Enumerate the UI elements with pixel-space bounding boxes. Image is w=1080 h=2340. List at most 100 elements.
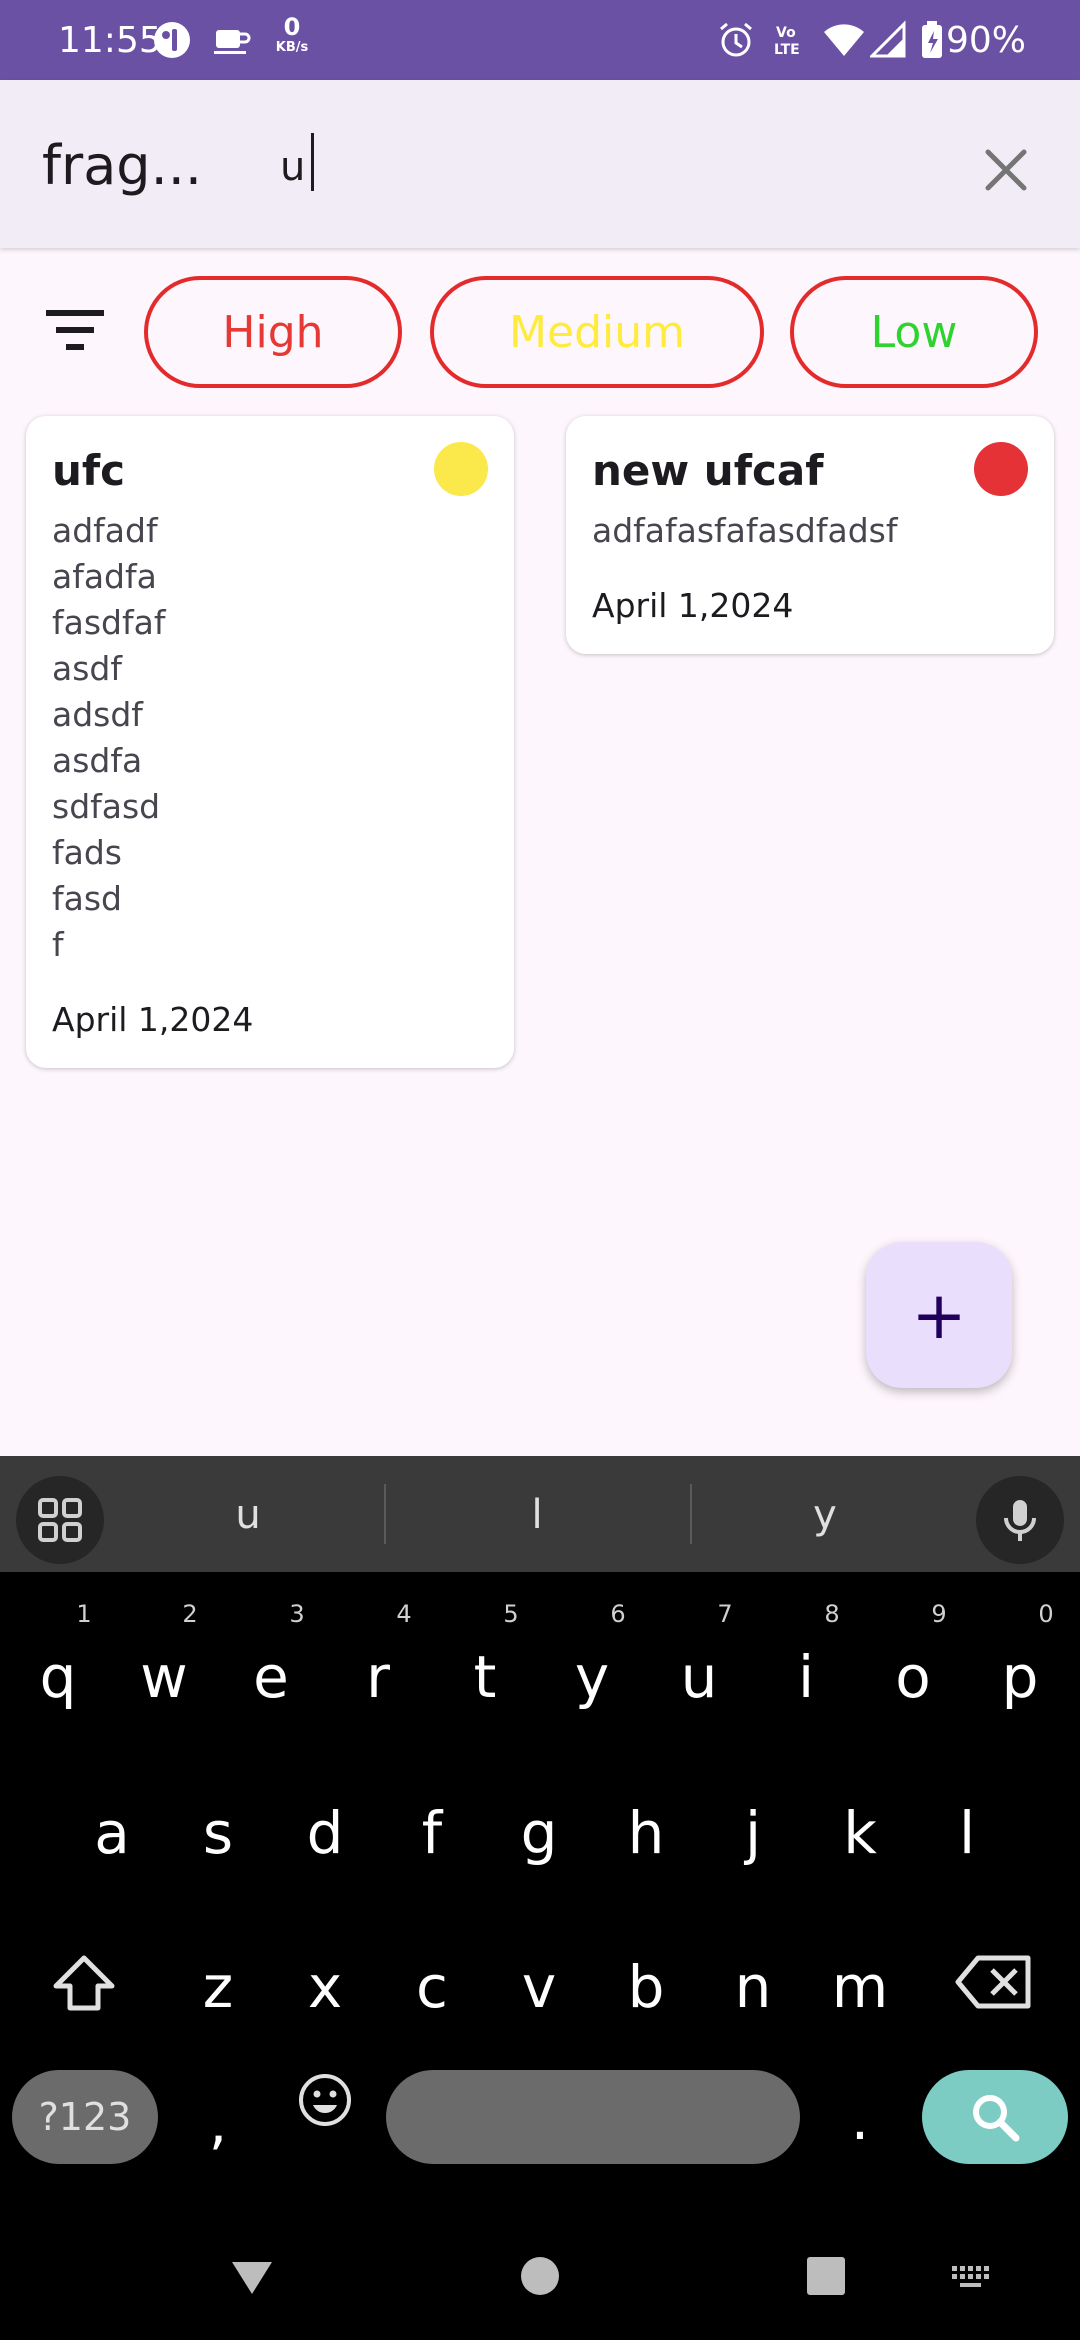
suggestion-3[interactable]: y xyxy=(750,1492,900,1538)
key-q[interactable]: 1q xyxy=(10,1600,106,1740)
key-label: . xyxy=(850,2085,870,2153)
battery-charging-icon xyxy=(922,21,942,58)
backspace-key[interactable] xyxy=(946,1906,1042,2046)
app-title: frag... xyxy=(42,134,203,197)
key-z[interactable]: z xyxy=(170,1910,266,2050)
wifi-icon xyxy=(824,24,864,56)
key-label: j xyxy=(744,1799,762,1867)
key-s[interactable]: s xyxy=(170,1756,266,1896)
key-label: g xyxy=(520,1799,558,1867)
suggestion-divider xyxy=(690,1484,692,1544)
period-key[interactable]: . xyxy=(812,2042,908,2182)
note-date: April 1,2024 xyxy=(592,586,794,625)
suggestion-2[interactable]: l xyxy=(462,1492,612,1538)
key-label: x xyxy=(307,1953,343,2021)
key-e[interactable]: 3e xyxy=(223,1600,319,1740)
filter-list-icon[interactable] xyxy=(40,296,120,366)
key-label: h xyxy=(627,1799,665,1867)
net-speed: 0 KB/s xyxy=(270,14,314,55)
key-r[interactable]: 4r xyxy=(330,1600,426,1740)
note-card[interactable]: ufc adfadf afadfa fasdfaf asdf adsdf asd… xyxy=(26,416,514,1068)
key-c[interactable]: c xyxy=(384,1910,480,2050)
key-h[interactable]: h xyxy=(598,1756,694,1896)
key-w[interactable]: 2w xyxy=(116,1600,212,1740)
search-input[interactable] xyxy=(280,134,920,200)
recents-square-icon[interactable] xyxy=(806,2256,846,2296)
space-key[interactable] xyxy=(386,2070,800,2164)
key-t[interactable]: 5t xyxy=(437,1600,533,1740)
note-card[interactable]: new ufcaf adfafasfafasdfadsf April 1,202… xyxy=(566,416,1054,654)
key-label: k xyxy=(843,1799,877,1867)
filter-chip-medium[interactable]: Medium xyxy=(430,276,764,388)
comma-key[interactable]: , xyxy=(170,2046,266,2186)
key-g[interactable]: g xyxy=(491,1756,587,1896)
note-body: adfafasfafasdfadsf xyxy=(592,511,898,550)
microphone-icon[interactable] xyxy=(976,1476,1064,1564)
shift-key[interactable] xyxy=(36,1906,132,2046)
battery-percent: 90% xyxy=(946,20,1027,61)
key-label: u xyxy=(680,1643,718,1711)
key-label: , xyxy=(208,2089,228,2157)
key-label: t xyxy=(473,1643,497,1711)
status-bar: 11:55 0 KB/s Vo LTE 90% xyxy=(0,0,1080,80)
status-time: 11:55 xyxy=(58,20,162,61)
key-v[interactable]: v xyxy=(491,1910,587,2050)
search-action-key[interactable] xyxy=(922,2070,1068,2164)
back-triangle-icon[interactable] xyxy=(228,2258,276,2298)
suggestion-divider xyxy=(384,1484,386,1544)
search-app-bar: frag... xyxy=(0,80,1080,248)
key-label: i xyxy=(797,1643,815,1711)
key-label: p xyxy=(1001,1643,1039,1711)
key-y[interactable]: 6y xyxy=(544,1600,640,1740)
key-x[interactable]: x xyxy=(277,1910,373,2050)
key-label: w xyxy=(140,1643,188,1711)
filter-chip-low[interactable]: Low xyxy=(790,276,1038,388)
key-label: r xyxy=(366,1643,390,1711)
close-icon[interactable] xyxy=(966,130,1046,210)
key-label: l xyxy=(958,1799,976,1867)
symbols-key[interactable]: ?123 xyxy=(12,2070,158,2164)
key-label: c xyxy=(416,1953,448,2021)
apps-grid-icon[interactable] xyxy=(16,1476,104,1564)
net-speed-unit: KB/s xyxy=(275,40,309,55)
suggestion-1[interactable]: u xyxy=(173,1492,323,1538)
key-n[interactable]: n xyxy=(705,1910,801,2050)
key-label: q xyxy=(39,1643,77,1711)
filter-chip-high[interactable]: High xyxy=(144,276,402,388)
key-o[interactable]: 9o xyxy=(865,1600,961,1740)
key-f[interactable]: f xyxy=(384,1756,480,1896)
key-label: s xyxy=(202,1799,234,1867)
search-icon xyxy=(973,2095,1020,2142)
key-label: e xyxy=(253,1643,289,1711)
priority-indicator xyxy=(434,442,488,496)
key-p[interactable]: 0p xyxy=(972,1600,1068,1740)
key-label: a xyxy=(94,1799,130,1867)
key-label: z xyxy=(202,1953,234,2021)
key-b[interactable]: b xyxy=(598,1910,694,2050)
key-d[interactable]: d xyxy=(277,1756,373,1896)
volte-icon: Vo LTE xyxy=(774,25,800,58)
key-label: v xyxy=(521,1953,557,2021)
key-label: m xyxy=(831,1953,889,2021)
system-nav-bar xyxy=(0,2210,1080,2340)
key-a[interactable]: a xyxy=(64,1756,160,1896)
key-j[interactable]: j xyxy=(705,1756,801,1896)
svg-text:LTE: LTE xyxy=(774,42,800,58)
add-note-button[interactable]: + xyxy=(866,1242,1012,1388)
key-l[interactable]: l xyxy=(919,1756,1015,1896)
emoji-icon xyxy=(299,2074,351,2126)
note-body: adfadf afadfa fasdfaf asdf adsdf asdfa s… xyxy=(52,511,166,964)
key-m[interactable]: m xyxy=(812,1910,908,2050)
svg-text:Vo: Vo xyxy=(776,25,796,41)
home-circle-icon[interactable] xyxy=(520,2256,560,2296)
keyboard-icon[interactable] xyxy=(950,2264,992,2290)
key-u[interactable]: 7u xyxy=(651,1600,747,1740)
emoji-key[interactable] xyxy=(277,2052,373,2192)
backspace-icon xyxy=(955,1955,1031,2009)
key-i[interactable]: 8i xyxy=(758,1600,854,1740)
key-k[interactable]: k xyxy=(812,1756,908,1896)
key-label: b xyxy=(627,1953,665,2021)
note-title: new ufcaf xyxy=(592,446,824,495)
text-cursor xyxy=(311,133,314,191)
key-label: n xyxy=(734,1953,772,2021)
